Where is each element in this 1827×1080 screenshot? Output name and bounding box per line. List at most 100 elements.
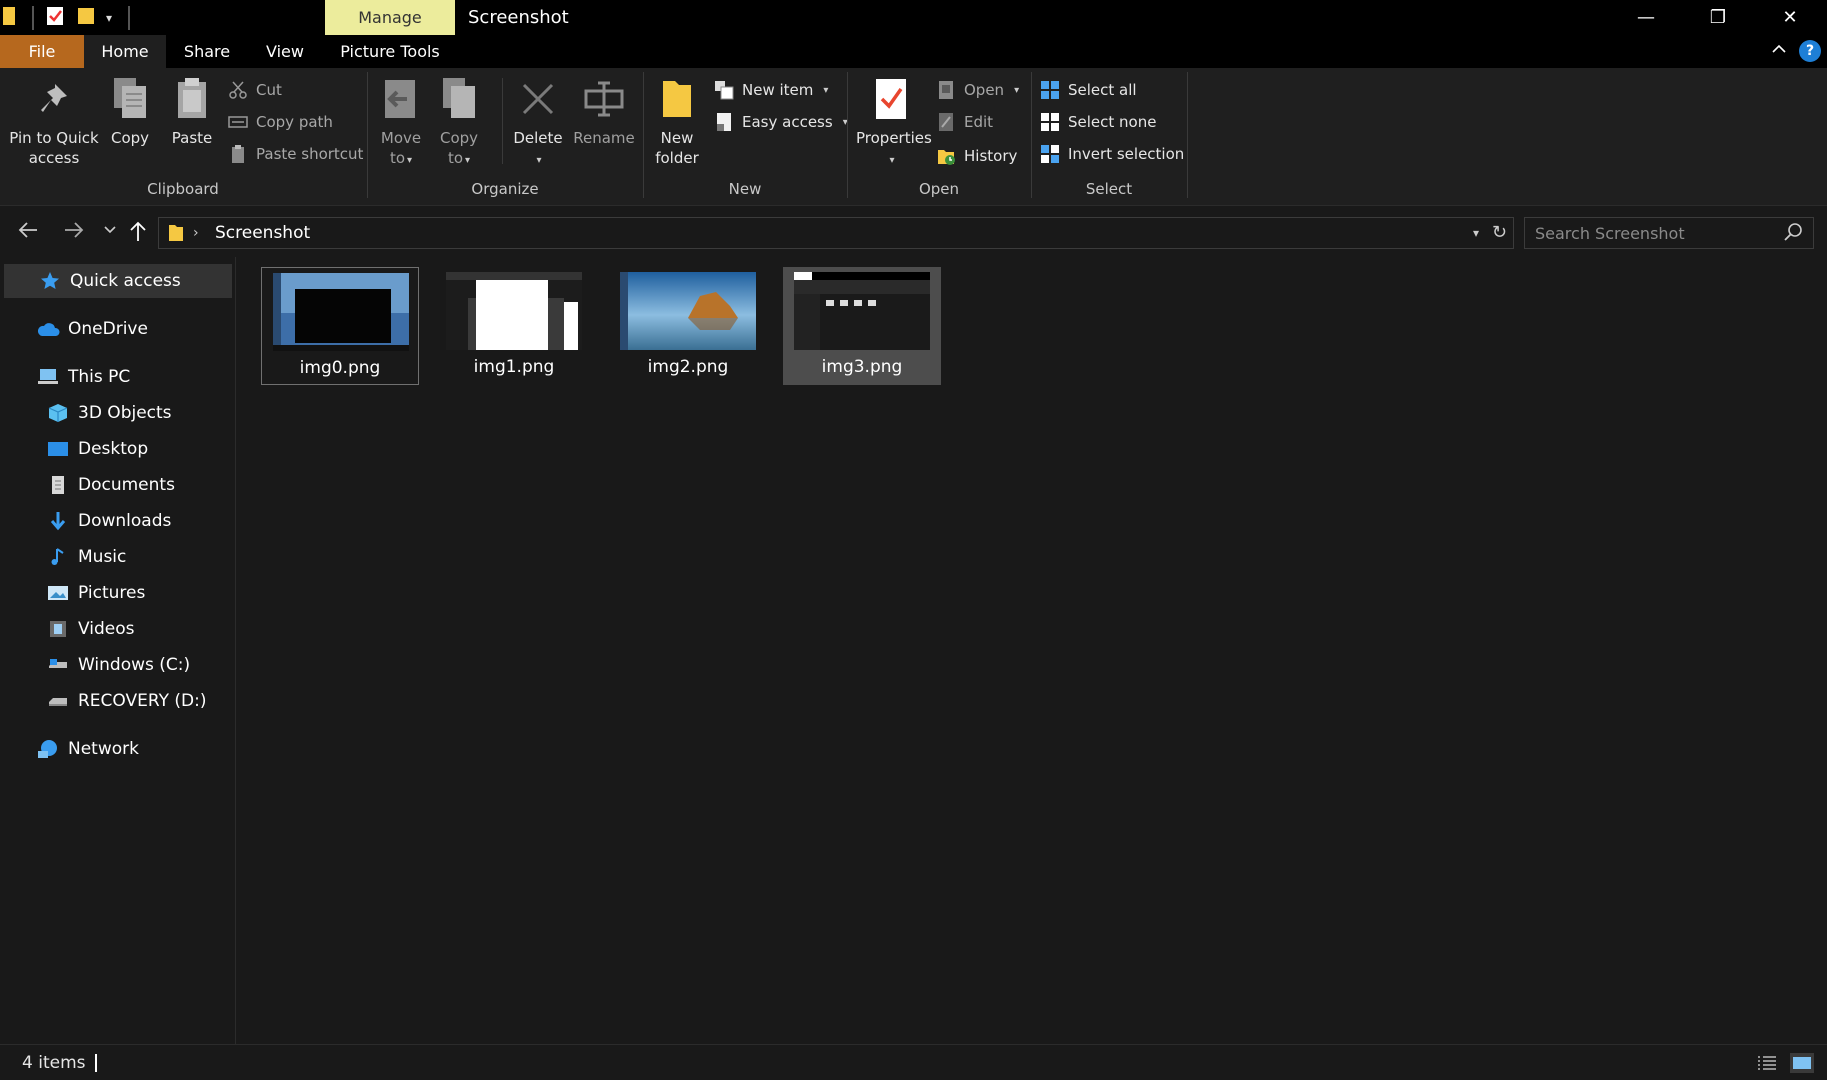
copy-path-button[interactable]: Copy path (228, 109, 333, 135)
tab-picture-tools[interactable]: Picture Tools (328, 35, 452, 68)
sidebar-item-videos[interactable]: Videos (0, 612, 236, 646)
manage-tab[interactable]: Manage (325, 0, 455, 35)
file-thumbnail (446, 272, 582, 350)
new-folder-icon[interactable] (76, 5, 96, 31)
open-button[interactable]: Open ▾ (936, 77, 1019, 103)
file-thumbnail (794, 272, 930, 350)
quick-access-toolbar: ▾ (2, 5, 131, 31)
restore-icon: ❐ (1709, 7, 1727, 28)
new-item-button[interactable]: New item ▾ (714, 77, 828, 103)
sidebar-item-this-pc[interactable]: This PC (0, 360, 236, 394)
details-view-icon[interactable] (1756, 1053, 1780, 1075)
up-arrow-icon (130, 221, 146, 241)
sidebar-item-onedrive[interactable]: OneDrive (0, 312, 236, 346)
sidebar-item-recovery-d[interactable]: RECOVERY (D:) (0, 684, 236, 718)
invert-selection-button[interactable]: Invert selection (1040, 141, 1184, 167)
back-button[interactable] (14, 220, 42, 246)
select-group: Select all Select none Invert selection … (1032, 68, 1186, 206)
sidebar-item-windows-c[interactable]: Windows (C:) (0, 648, 236, 682)
sidebar-item-3d-objects[interactable]: 3D Objects (0, 396, 236, 430)
properties-button[interactable]: Properties ▾ (856, 76, 932, 171)
properties-icon (869, 76, 913, 122)
sidebar-item-quick-access[interactable]: Quick access (4, 264, 232, 298)
toolbar-divider (32, 6, 34, 30)
file-item[interactable]: img1.png (435, 267, 593, 385)
organize-group-label: Organize (471, 180, 539, 198)
sidebar-item-desktop[interactable]: Desktop (0, 432, 236, 466)
tab-home[interactable]: Home (84, 35, 166, 68)
move-to-label: Move to (380, 129, 422, 167)
search-box[interactable] (1524, 217, 1814, 249)
select-none-label: Select none (1068, 113, 1157, 131)
file-item[interactable]: img2.png (609, 267, 767, 385)
breadcrumb-separator-icon: › (193, 225, 199, 241)
sidebar-item-music[interactable]: Music (0, 540, 236, 574)
address-dropdown-icon[interactable]: ▾ (1473, 218, 1479, 248)
videos-icon (46, 618, 70, 640)
cut-button[interactable]: Cut (228, 77, 282, 103)
refresh-icon[interactable]: ↻ (1492, 218, 1507, 248)
sidebar-item-pictures[interactable]: Pictures (0, 576, 236, 610)
sidebar-item-label: OneDrive (68, 319, 148, 339)
up-button[interactable] (124, 220, 152, 246)
search-input[interactable] (1525, 218, 1775, 248)
properties-label: Properties (856, 129, 932, 147)
copy-button[interactable]: Copy (106, 76, 154, 148)
delete-button[interactable]: Delete ▾ (510, 76, 566, 171)
copy-to-button[interactable]: Copy to ▾ (434, 76, 484, 171)
ribbon-tabs: File Home Share View Picture Tools ? (0, 35, 1827, 68)
sidebar-item-label: Downloads (78, 511, 172, 531)
tab-file[interactable]: File (0, 35, 84, 68)
move-to-icon (379, 76, 423, 122)
close-button[interactable]: ✕ (1754, 0, 1826, 35)
sidebar-item-label: Pictures (78, 583, 146, 603)
paste-button[interactable]: Paste (168, 76, 216, 148)
pin-to-quick-access-button[interactable]: Pin to Quick access (6, 76, 102, 168)
pin-icon (32, 76, 76, 122)
cloud-icon (36, 318, 60, 340)
file-name: img2.png (647, 357, 729, 377)
chevron-down-icon: ▾ (407, 155, 413, 166)
drive-icon (46, 690, 70, 712)
recent-locations-button[interactable] (96, 220, 124, 246)
address-bar[interactable]: › Screenshot ▾ ↻ (158, 217, 1514, 249)
select-none-button[interactable]: Select none (1040, 109, 1156, 135)
collapse-ribbon-icon[interactable] (1769, 41, 1789, 61)
sidebar-item-label: Network (68, 739, 139, 759)
delete-label: Delete (513, 129, 563, 147)
properties-icon[interactable] (44, 5, 66, 31)
history-button[interactable]: History (936, 143, 1017, 169)
breadcrumb[interactable]: Screenshot (215, 218, 310, 248)
select-all-button[interactable]: Select all (1040, 77, 1137, 103)
new-folder-button[interactable]: New folder (652, 76, 702, 168)
folder-icon (2, 5, 16, 31)
ribbon-divider (502, 78, 503, 164)
customize-toolbar-icon[interactable]: ▾ (106, 11, 112, 25)
tab-share[interactable]: Share (172, 35, 242, 68)
file-item[interactable]: img3.png (783, 267, 941, 385)
delete-icon (516, 76, 560, 122)
search-icon[interactable] (1783, 222, 1805, 244)
open-group-label: Open (918, 180, 960, 198)
download-icon (46, 510, 70, 532)
help-icon[interactable]: ? (1799, 40, 1821, 62)
sidebar-item-downloads[interactable]: Downloads (0, 504, 236, 538)
select-all-icon (1040, 80, 1060, 100)
file-name: img3.png (821, 357, 903, 377)
tab-view[interactable]: View (250, 35, 320, 68)
forward-button[interactable] (60, 220, 88, 246)
file-name: img1.png (473, 357, 555, 377)
paste-shortcut-button[interactable]: Paste shortcut (228, 141, 363, 167)
rename-button[interactable]: Rename (572, 76, 636, 148)
sidebar-item-documents[interactable]: Documents (0, 468, 236, 502)
large-icons-view-icon[interactable] (1790, 1053, 1814, 1075)
restore-button[interactable]: ❐ (1682, 0, 1754, 35)
sidebar-item-network[interactable]: Network (0, 732, 236, 766)
minimize-button[interactable]: — (1610, 0, 1682, 35)
paste-icon (170, 76, 214, 122)
move-to-button[interactable]: Move to ▾ (376, 76, 426, 171)
organize-group: Move to ▾ Copy to ▾ Delete ▾ Rename Organiz… (368, 68, 642, 206)
file-item[interactable]: img0.png (261, 267, 419, 385)
edit-button[interactable]: Edit (936, 109, 993, 135)
easy-access-button[interactable]: Easy access ▾ (714, 109, 848, 135)
